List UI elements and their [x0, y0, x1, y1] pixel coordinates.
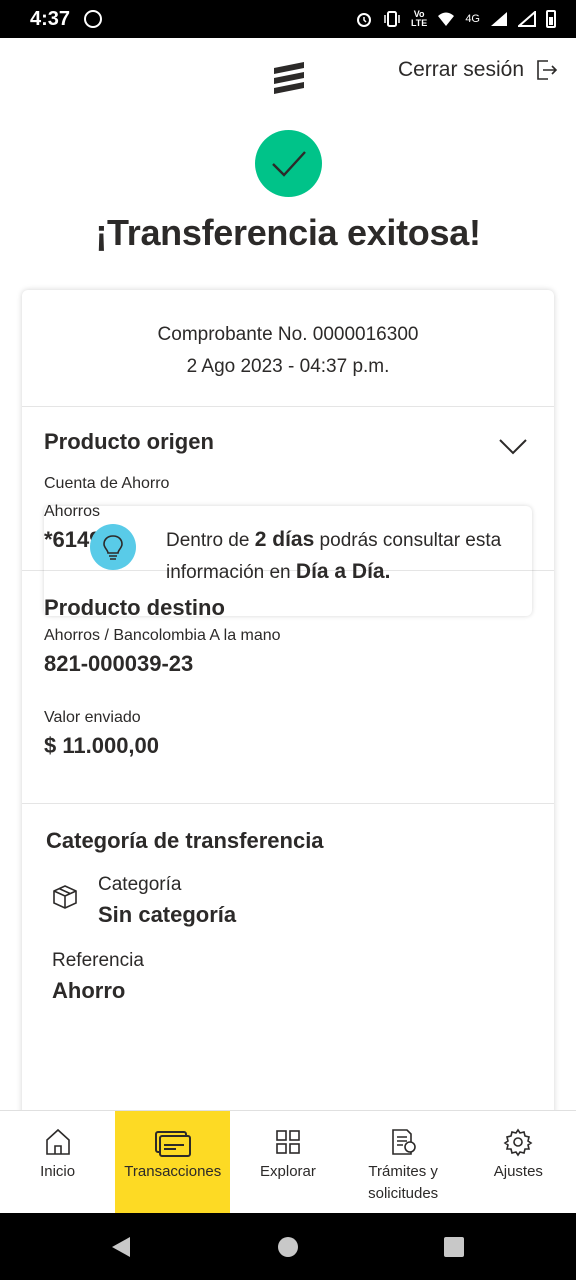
category-label: Categoría — [98, 874, 182, 895]
battery-icon — [546, 10, 556, 28]
status-time: 4:37 — [30, 7, 71, 30]
wifi-icon — [438, 12, 455, 26]
home-icon — [45, 1128, 70, 1155]
destination-account: Ahorros / Bancolombia A la mano — [44, 627, 281, 644]
page-title: ¡Transferencia exitosa! — [95, 212, 481, 253]
chevron-down-icon[interactable] — [498, 437, 528, 457]
reference-label: Referencia — [52, 950, 144, 971]
signal-icon — [491, 12, 507, 26]
nav-explorar-label: Explorar — [260, 1163, 316, 1180]
grid-icon — [276, 1130, 300, 1154]
status-icons: Vo LTE 4G — [355, 10, 556, 28]
logout-button[interactable]: Cerrar sesión — [398, 58, 558, 82]
receipt-number: Comprobante No. 0000016300 — [157, 324, 419, 345]
receipt-card: Comprobante No. 0000016300 2 Ago 2023 - … — [22, 290, 554, 1130]
box-icon — [53, 885, 77, 909]
nav-inicio[interactable]: Inicio — [0, 1111, 115, 1213]
bottom-navigation: Inicio Transacciones Explorar Trámites y… — [0, 1110, 576, 1213]
volte-indicator: Vo LTE — [410, 9, 428, 28]
category-row: Categoría Sin categoría — [46, 874, 532, 928]
documents-icon — [392, 1129, 416, 1155]
vibrate-icon — [384, 11, 400, 27]
tip-text-bold1: 2 días — [254, 528, 315, 551]
network-type: 4G — [465, 13, 480, 25]
nav-tramites[interactable]: Trámites y solicitudes — [346, 1111, 461, 1213]
amount-label: Valor enviado — [44, 709, 141, 726]
transactions-icon — [154, 1131, 191, 1157]
alarm-icon — [356, 13, 371, 27]
back-icon[interactable] — [110, 1236, 132, 1258]
category-value: Sin categoría — [98, 902, 237, 927]
nav-transacciones-label: Transacciones — [124, 1163, 222, 1180]
bancolombia-logo — [274, 62, 304, 94]
success-check-icon — [255, 130, 322, 197]
whatsapp-icon — [84, 10, 103, 28]
nav-ajustes-label: Ajustes — [493, 1163, 543, 1180]
tip-text-part1: Dentro de — [166, 530, 255, 551]
app-header: Cerrar sesión — [0, 38, 576, 118]
receipt-header: Comprobante No. 0000016300 2 Ago 2023 - … — [22, 290, 554, 407]
system-navigation-bar — [0, 1213, 576, 1280]
reference-value: Ahorro — [52, 978, 126, 1003]
receipt-datetime: 2 Ago 2023 - 04:37 p.m. — [186, 356, 390, 377]
tip-text-bold2: Día a Día. — [295, 560, 391, 583]
info-tip: Dentro de 2 días podrás consultar esta i… — [44, 506, 532, 616]
destination-number: 821-000039-23 — [44, 651, 194, 676]
status-bar: 4:37 Vo LTE 4G — [0, 0, 576, 38]
home-circle-icon[interactable] — [277, 1236, 299, 1258]
signal-icon-2 — [518, 11, 536, 27]
amount-value: $ 11.000,00 — [44, 733, 160, 758]
logout-label: Cerrar sesión — [397, 58, 524, 81]
gear-icon — [503, 1128, 533, 1157]
nav-tramites-label: Trámites y solicitudes — [368, 1163, 439, 1202]
nav-explorar[interactable]: Explorar — [230, 1111, 345, 1213]
lightbulb-icon — [90, 524, 136, 570]
nav-inicio-label: Inicio — [40, 1163, 76, 1180]
nav-ajustes[interactable]: Ajustes — [461, 1111, 576, 1213]
category-section: Categoría de transferencia Categoría Sin… — [22, 804, 554, 1004]
origin-account-type: Cuenta de Ahorro — [44, 475, 170, 492]
nav-transacciones[interactable]: Transacciones — [115, 1111, 231, 1213]
tip-text: Dentro de 2 días podrás consultar esta i… — [166, 524, 512, 616]
logout-icon — [537, 60, 558, 80]
category-section-title: Categoría de transferencia — [46, 828, 324, 853]
recents-icon[interactable] — [444, 1237, 464, 1257]
origin-title: Producto origen — [44, 429, 214, 454]
